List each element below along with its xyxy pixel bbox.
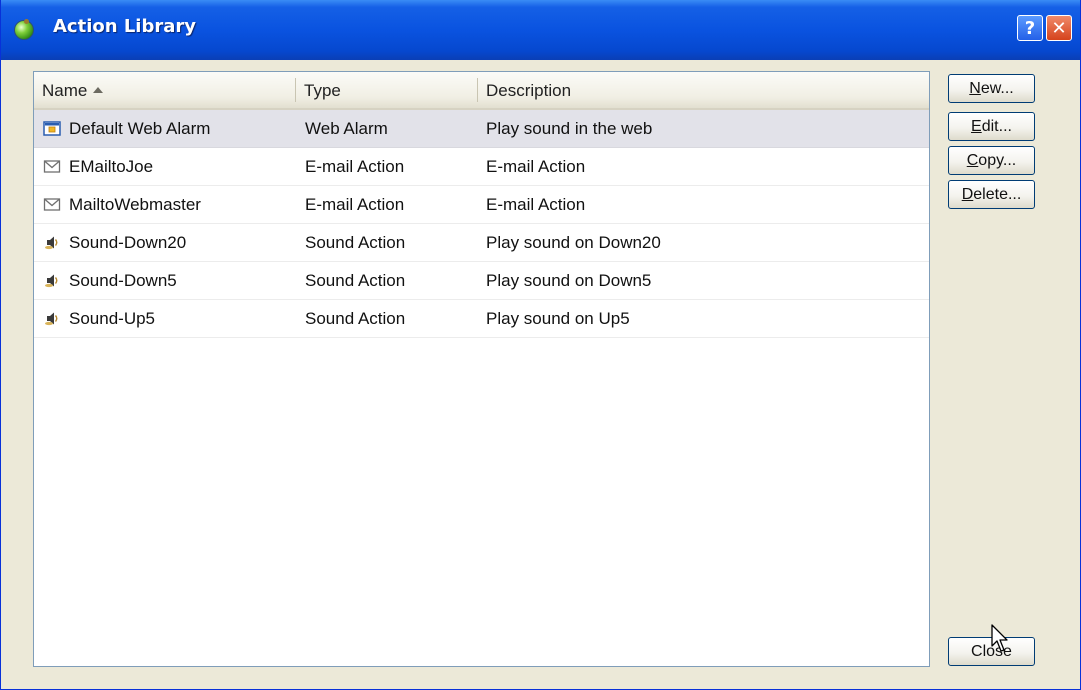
row-type: Sound Action bbox=[305, 233, 406, 252]
edit-button-mnemonic: E bbox=[971, 118, 982, 135]
sound-icon bbox=[45, 274, 58, 288]
action-list[interactable]: Name Type Description Default Web Alarm … bbox=[33, 71, 930, 667]
row-description: E-mail Action bbox=[486, 157, 586, 176]
close-window-button[interactable]: ✕ bbox=[1046, 15, 1072, 41]
column-header-name[interactable]: Name bbox=[34, 72, 294, 108]
new-button-label: ew... bbox=[980, 80, 1014, 97]
row-description: Play sound on Up5 bbox=[486, 309, 630, 328]
edit-button[interactable]: Edit... bbox=[948, 112, 1035, 141]
title-bar[interactable]: Action Library ? ✕ bbox=[1, 0, 1080, 60]
list-header: Name Type Description bbox=[34, 72, 929, 110]
web-alarm-icon bbox=[43, 121, 61, 136]
window-title: Action Library bbox=[53, 16, 196, 37]
table-row[interactable]: Default Web Alarm Web Alarm Play sound i… bbox=[34, 110, 929, 148]
row-name: Default Web Alarm bbox=[69, 119, 211, 138]
sound-icon bbox=[45, 236, 58, 250]
delete-button-label: elete... bbox=[973, 186, 1022, 203]
row-name: MailtoWebmaster bbox=[69, 195, 201, 214]
column-header-type[interactable]: Type bbox=[296, 72, 478, 108]
row-name: Sound-Down5 bbox=[69, 271, 177, 290]
row-type: E-mail Action bbox=[305, 157, 405, 176]
row-description: Play sound in the web bbox=[486, 119, 653, 138]
email-icon bbox=[43, 160, 61, 173]
row-name: EMailtoJoe bbox=[69, 157, 154, 176]
row-type: E-mail Action bbox=[305, 195, 405, 214]
new-button[interactable]: New... bbox=[948, 74, 1035, 103]
column-header-name-label: Name bbox=[42, 81, 88, 100]
delete-button-mnemonic: D bbox=[961, 186, 974, 203]
table-row[interactable]: EMailtoJoe E-mail Action E-mail Action bbox=[34, 148, 929, 186]
app-globe-icon bbox=[14, 19, 34, 40]
help-button[interactable]: ? bbox=[1017, 15, 1043, 41]
copy-button[interactable]: Copy... bbox=[948, 146, 1035, 175]
row-type: Sound Action bbox=[305, 271, 406, 290]
edit-button-label: dit... bbox=[981, 118, 1012, 135]
table-row[interactable]: Sound-Up5 Sound Action Play sound on Up5 bbox=[34, 300, 929, 338]
row-name: Sound-Down20 bbox=[69, 233, 187, 252]
row-description: Play sound on Down5 bbox=[486, 271, 652, 290]
sound-icon bbox=[45, 312, 58, 326]
row-description: Play sound on Down20 bbox=[486, 233, 661, 252]
column-header-description[interactable]: Description bbox=[478, 72, 928, 108]
table-row[interactable]: Sound-Down5 Sound Action Play sound on D… bbox=[34, 262, 929, 300]
table-row[interactable]: MailtoWebmaster E-mail Action E-mail Act… bbox=[34, 186, 929, 224]
mouse-pointer-icon bbox=[991, 624, 1008, 652]
action-library-dialog: Action Library ? ✕ Name Type Description… bbox=[0, 0, 1081, 690]
row-type: Sound Action bbox=[305, 309, 406, 328]
copy-button-mnemonic: C bbox=[966, 152, 979, 169]
sort-ascending-icon bbox=[93, 86, 104, 93]
table-row[interactable]: Sound-Down20 Sound Action Play sound on … bbox=[34, 224, 929, 262]
email-icon bbox=[43, 198, 61, 211]
row-description: E-mail Action bbox=[486, 195, 586, 214]
copy-button-label: opy... bbox=[978, 152, 1017, 169]
new-button-mnemonic: N bbox=[969, 80, 981, 97]
row-name: Sound-Up5 bbox=[69, 309, 156, 328]
delete-button[interactable]: Delete... bbox=[948, 180, 1035, 209]
row-type: Web Alarm bbox=[305, 119, 388, 138]
